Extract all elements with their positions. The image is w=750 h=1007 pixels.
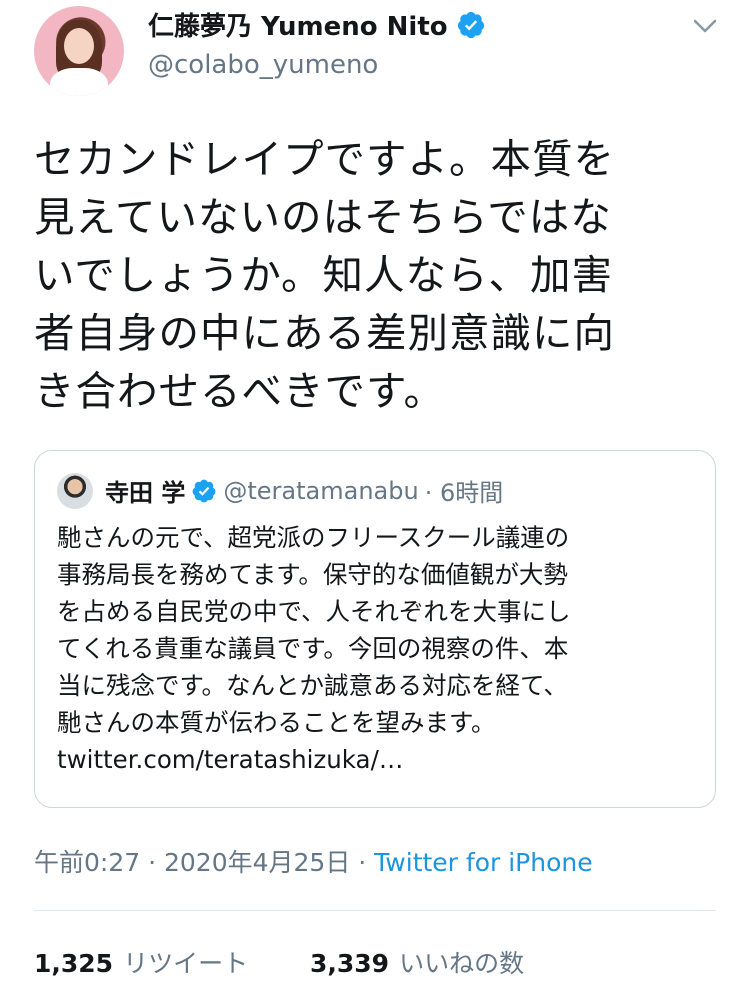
like-label: いいねの数 — [399, 949, 525, 978]
quoted-link[interactable]: twitter.com/teratashizuka/… — [57, 741, 697, 778]
likes-stat[interactable]: 3,339 いいねの数 — [302, 949, 524, 978]
divider — [34, 910, 716, 911]
retweet-count: 1,325 — [34, 949, 114, 978]
author-name-row[interactable]: 仁藤夢乃 Yumeno Nito — [148, 6, 486, 43]
tweet-stats: 1,325 リツイート 3,339 いいねの数 — [34, 944, 524, 980]
quoted-line: 当に残念です。なんとか誠意ある対応を経て、 — [57, 671, 568, 700]
tweet-text: セカンドレイプですよ。本質を 見えていないのはそちらではな いでしょうか。知人な… — [34, 130, 724, 420]
retweets-stat[interactable]: 1,325 リツイート — [34, 949, 256, 978]
quoted-author-handle: @teratamanabu — [223, 476, 419, 505]
quoted-tweet-card[interactable]: 寺田 学 @teratamanabu · 6時間 馳さんの元で、超党派のフリース… — [34, 450, 716, 808]
avatar-body — [50, 68, 108, 96]
quoted-line: てくれる貴重な議員です。今回の視察の件、本 — [57, 634, 569, 663]
author-handle[interactable]: @colabo_yumeno — [148, 50, 378, 80]
quoted-line: 馳さんの元で、超党派のフリースクール議連の — [57, 523, 570, 552]
avatar-face — [64, 28, 94, 64]
quoted-line: 事務局長を務めてます。保守的な価値観が大勢 — [57, 560, 568, 589]
verified-badge-icon — [192, 479, 216, 502]
author-name[interactable]: 仁藤夢乃 Yumeno Nito — [148, 6, 448, 43]
like-count: 3,339 — [310, 949, 390, 978]
tweet-line: セカンドレイプですよ。本質を — [34, 135, 615, 183]
retweet-label: リツイート — [123, 949, 249, 978]
verified-badge-icon — [457, 11, 484, 38]
tweet-source-link[interactable]: Twitter for iPhone — [374, 848, 592, 877]
quoted-line: を占める自民党の中で、人それぞれを大事にし — [57, 597, 571, 626]
tweet-line: き合わせるべきです。 — [34, 367, 445, 415]
quoted-line: 馳さんの本質が伝わることを望みます。 — [57, 708, 496, 737]
chevron-down-icon[interactable] — [692, 16, 718, 36]
tweet-timestamp-row: 午前0:27 · 2020年4月25日 · Twitter for iPhone — [34, 843, 593, 879]
quoted-tweet-text: 馳さんの元で、超党派のフリースクール議連の 事務局長を務めてます。保守的な価値観… — [57, 519, 697, 778]
author-avatar[interactable] — [34, 6, 124, 96]
quoted-author-name: 寺田 学 — [105, 479, 186, 507]
tweet-timestamp: 午前0:27 · 2020年4月25日 · — [34, 848, 375, 877]
tweet-line: 者自身の中にある差別意識に向 — [34, 309, 615, 357]
tweet-line: いでしょうか。知人なら、加害 — [34, 251, 613, 299]
quoted-author-avatar — [57, 473, 93, 509]
quoted-tweet-time: · 6時間 — [424, 479, 504, 507]
tweet-line: 見えていないのはそちらではな — [34, 193, 612, 241]
quoted-tweet-header: 寺田 学 @teratamanabu · 6時間 — [105, 473, 503, 508]
